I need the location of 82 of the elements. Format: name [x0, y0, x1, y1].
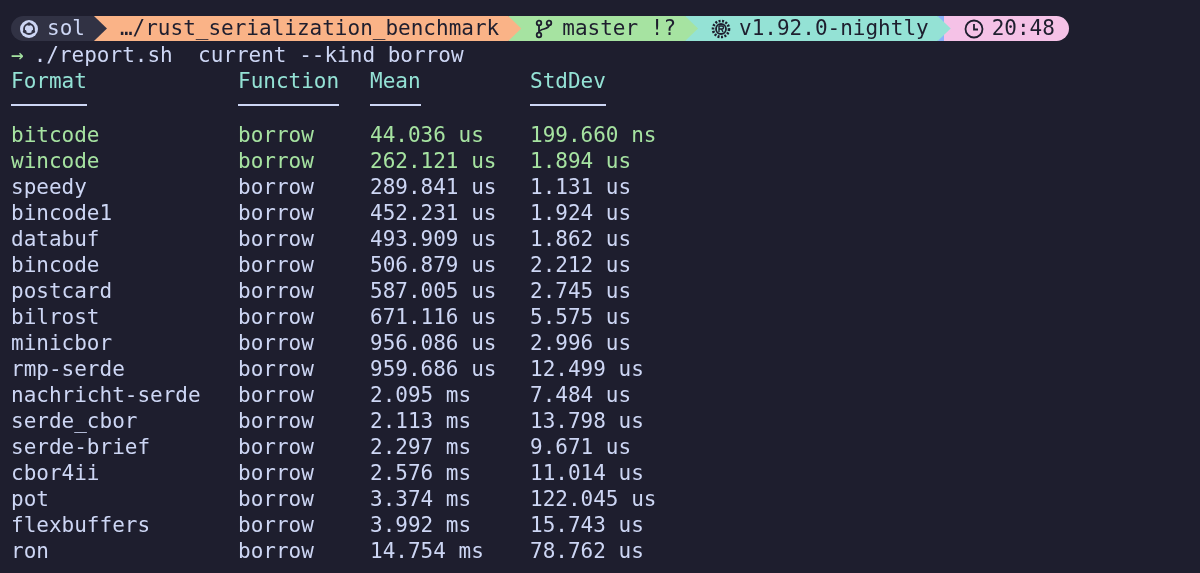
table-cell-text: borrow [238, 226, 315, 252]
table-cell-text: wincode [11, 148, 101, 174]
column-header: Mean [370, 68, 421, 106]
table-cell-text: bincode [11, 252, 101, 278]
table-cell-text: bincode1 [11, 200, 114, 226]
table-cell-text: 7.484 us [530, 382, 633, 408]
table-cell-text: borrow [238, 434, 315, 460]
prompt-text: …/rust_serialization_benchmark [119, 16, 500, 41]
column-header: Function [238, 68, 340, 106]
command-text: ./report.sh current --kind borrow [33, 42, 464, 68]
table-cell-text: serde-brief [11, 434, 152, 460]
table-cell-text: 2.996 us [530, 330, 633, 356]
table-cell-text: bilrost [11, 304, 101, 330]
table-cell-text: 199.660 ns [530, 122, 658, 148]
table-cell-text: 13.798 us [530, 408, 645, 434]
table-cell-text: borrow [238, 252, 315, 278]
table-cell-text: 506.879 us [370, 252, 498, 278]
table-cell-text: 452.231 us [370, 200, 498, 226]
column-header: Format [11, 68, 87, 106]
table-cell-text: databuf [11, 226, 101, 252]
table-cell-text: 44.036 us [370, 122, 485, 148]
table-cell-text: borrow [238, 382, 315, 408]
table-cell-text: speedy [11, 174, 88, 200]
table-cell-text: 587.005 us [370, 278, 498, 304]
table-cell-text: 3.992 ms [370, 512, 473, 538]
table-cell-text: 2.297 ms [370, 434, 473, 460]
table-cell-text: 3.374 ms [370, 486, 473, 512]
table-cell-text: borrow [238, 408, 315, 434]
table-cell-text: cbor4ii [11, 460, 101, 486]
prompt-text: v1.92.0-nightly [739, 16, 929, 41]
table-cell-text: 2.095 ms [370, 382, 473, 408]
table-cell-text: 956.086 us [370, 330, 498, 356]
table-cell-text: 1.924 us [530, 200, 633, 226]
table-cell-text: 1.862 us [530, 226, 633, 252]
prompt-arrow: → [11, 42, 24, 68]
table-cell-text: 1.131 us [530, 174, 633, 200]
table-cell-text: borrow [238, 122, 315, 148]
table-cell-text: 11.014 us [530, 460, 645, 486]
table-cell-text: borrow [238, 330, 315, 356]
table-cell-text: 671.116 us [370, 304, 498, 330]
table-cell-text: serde_cbor [11, 408, 139, 434]
table-cell-text: 12.499 us [530, 356, 645, 382]
branch-icon [534, 18, 555, 39]
table-cell-text: 493.909 us [370, 226, 498, 252]
table-cell-text: 122.045 us [530, 486, 658, 512]
table-cell-text: 2.576 ms [370, 460, 473, 486]
table-cell-text: borrow [238, 512, 315, 538]
table-cell-text: 289.841 us [370, 174, 498, 200]
table-cell-text: 9.671 us [530, 434, 633, 460]
table-cell-text: borrow [238, 174, 315, 200]
table-cell-text: nachricht-serde [11, 382, 202, 408]
table-cell-text: flexbuffers [11, 512, 152, 538]
table-cell-text: borrow [238, 200, 315, 226]
prompt-text: sol [47, 16, 85, 41]
table-cell-text: postcard [11, 278, 114, 304]
table-cell-text: borrow [238, 356, 315, 382]
table-cell-text: 262.121 us [370, 148, 498, 174]
table-cell-text: bitcode [11, 122, 101, 148]
table-cell-text: 2.745 us [530, 278, 633, 304]
clock-icon [963, 18, 984, 39]
table-cell-text: borrow [238, 278, 315, 304]
table-cell-text: borrow [238, 304, 315, 330]
table-cell-text: 78.762 us [530, 538, 645, 564]
column-header: StdDev [530, 68, 606, 106]
table-cell-text: borrow [238, 460, 315, 486]
gear-icon [711, 18, 732, 39]
prompt-text: master !? [562, 16, 677, 41]
table-cell-text: 5.575 us [530, 304, 633, 330]
table-cell-text: 15.743 us [530, 512, 645, 538]
table-cell-text: borrow [238, 486, 315, 512]
table-cell-text: 2.113 ms [370, 408, 473, 434]
prompt-text: 20:48 [991, 16, 1055, 41]
table-cell-text: borrow [238, 538, 315, 564]
table-cell-text: 959.686 us [370, 356, 498, 382]
table-cell-text: 2.212 us [530, 252, 633, 278]
table-cell-text: ron [11, 538, 50, 564]
table-cell-text: pot [11, 486, 50, 512]
table-cell-text: minicbor [11, 330, 114, 356]
table-cell-text: 1.894 us [530, 148, 633, 174]
table-cell-text: 14.754 ms [370, 538, 485, 564]
table-cell-text: rmp-serde [11, 356, 126, 382]
table-cell-text: borrow [238, 148, 315, 174]
